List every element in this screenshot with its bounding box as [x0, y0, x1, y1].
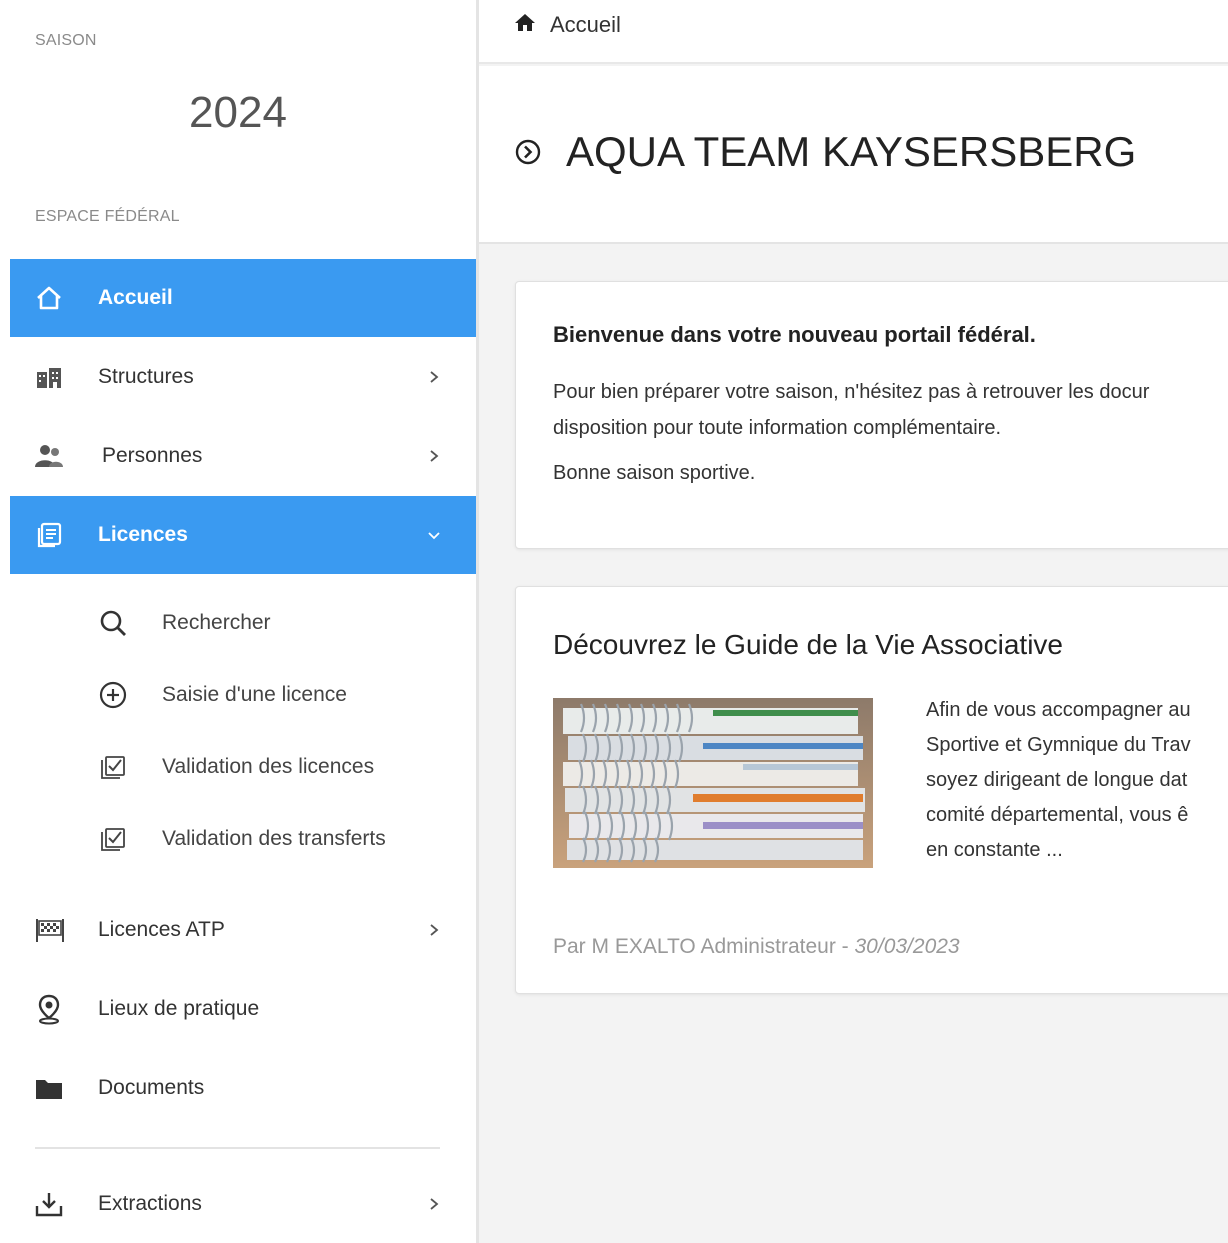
season-label: SAISON [35, 32, 97, 49]
download-tray-icon [32, 1187, 66, 1221]
welcome-text: Pour bien préparer votre saison, n'hésit… [553, 374, 1228, 446]
search-icon [95, 605, 131, 641]
sidebar-item-personnes[interactable]: Personnes [10, 417, 476, 495]
breadcrumb-label: Accueil [550, 12, 621, 37]
chevron-right-icon [424, 920, 444, 940]
sidebar-item-documents[interactable]: Documents [10, 1049, 476, 1127]
guide-card: Découvrez le Guide de la Vie Associative [515, 586, 1228, 994]
guide-text-line: Afin de vous accompagner au [926, 699, 1191, 721]
folder-icon [32, 1071, 66, 1105]
buildings-icon [32, 360, 66, 394]
main-content: Accueil AQUA TEAM KAYSERSBERG Bienvenue … [476, 0, 1228, 1243]
subitem-label: Rechercher [162, 611, 271, 634]
guide-title[interactable]: Découvrez le Guide de la Vie Associative [553, 629, 1063, 661]
guide-text-line: Sportive et Gymnique du Trav [926, 734, 1191, 756]
welcome-text-line: disposition pour toute information compl… [553, 417, 1002, 439]
guide-text-line: soyez dirigeant de longue dat [926, 769, 1188, 791]
checkered-flag-icon [32, 913, 66, 947]
guide-date: 30/03/2023 [854, 935, 960, 958]
sidebar-item-label: Documents [98, 1076, 205, 1099]
season-value[interactable]: 2024 [0, 88, 476, 138]
chevron-right-icon [424, 367, 444, 387]
title-bar: AQUA TEAM KAYSERSBERG [479, 66, 1228, 244]
subitem-saisie-licence[interactable]: Saisie d'une licence [95, 667, 476, 723]
subitem-validation-transferts[interactable]: Validation des transferts [95, 811, 476, 867]
welcome-text-line: Pour bien préparer votre saison, n'hésit… [553, 381, 1150, 403]
location-pin-icon [32, 992, 66, 1026]
subitem-validation-licences[interactable]: Validation des licences [95, 739, 476, 795]
page-title-text: AQUA TEAM KAYSERSBERG [566, 128, 1137, 175]
home-icon [514, 12, 536, 38]
welcome-title: Bienvenue dans votre nouveau portail féd… [553, 322, 1036, 347]
guide-author: Par M EXALTO Administrateur - [553, 935, 855, 958]
sidebar-item-extractions[interactable]: Extractions [10, 1165, 476, 1243]
sidebar-item-licences[interactable]: Licences [10, 496, 476, 574]
home-icon [32, 281, 66, 315]
subitem-label: Validation des transferts [162, 827, 386, 850]
check-stack-icon [95, 749, 131, 785]
federal-space-label: ESPACE FÉDÉRAL [35, 208, 180, 225]
guide-image[interactable] [553, 698, 873, 868]
sidebar-item-structures[interactable]: Structures [10, 338, 476, 416]
subitem-label: Validation des licences [162, 755, 375, 778]
guide-text-line: comité départemental, vous ê [926, 804, 1189, 826]
page-title: AQUA TEAM KAYSERSBERG [514, 128, 1136, 176]
sidebar-item-lieux-de-pratique[interactable]: Lieux de pratique [10, 970, 476, 1048]
sidebar: SAISON 2024 ESPACE FÉDÉRAL Accueil Struc… [0, 0, 476, 1243]
cards-icon [32, 518, 66, 552]
welcome-sign: Bonne saison sportive. [553, 462, 756, 484]
sidebar-divider [35, 1147, 440, 1149]
subitem-label: Saisie d'une licence [162, 683, 347, 706]
sidebar-item-licences-atp[interactable]: Licences ATP [10, 891, 476, 969]
sidebar-item-label: Extractions [98, 1192, 202, 1215]
chevron-down-icon [424, 525, 444, 545]
people-icon [32, 439, 66, 473]
chevron-right-icon [424, 1194, 444, 1214]
guide-text-line[interactable]: en constante ... [926, 833, 1228, 868]
sidebar-item-label: Structures [98, 365, 194, 388]
breadcrumb[interactable]: Accueil [514, 12, 621, 38]
sidebar-item-label: Accueil [98, 286, 173, 309]
check-stack-icon [95, 821, 131, 857]
chevron-right-icon [424, 446, 444, 466]
sidebar-item-label: Licences ATP [98, 918, 225, 941]
sidebar-item-label: Lieux de pratique [98, 997, 260, 1020]
guide-text: Afin de vous accompagner au Sportive et … [926, 693, 1228, 868]
sidebar-item-label: Licences [98, 523, 188, 546]
subitem-rechercher[interactable]: Rechercher [95, 595, 476, 651]
sidebar-item-accueil[interactable]: Accueil [10, 259, 476, 337]
welcome-card: Bienvenue dans votre nouveau portail féd… [515, 281, 1228, 549]
sidebar-item-label: Personnes [102, 444, 203, 467]
guide-meta: Par M EXALTO Administrateur - 30/03/2023 [553, 935, 960, 959]
breadcrumb-bar: Accueil [479, 0, 1228, 64]
plus-circle-icon [95, 677, 131, 713]
circle-chevron-right-icon [514, 128, 542, 176]
